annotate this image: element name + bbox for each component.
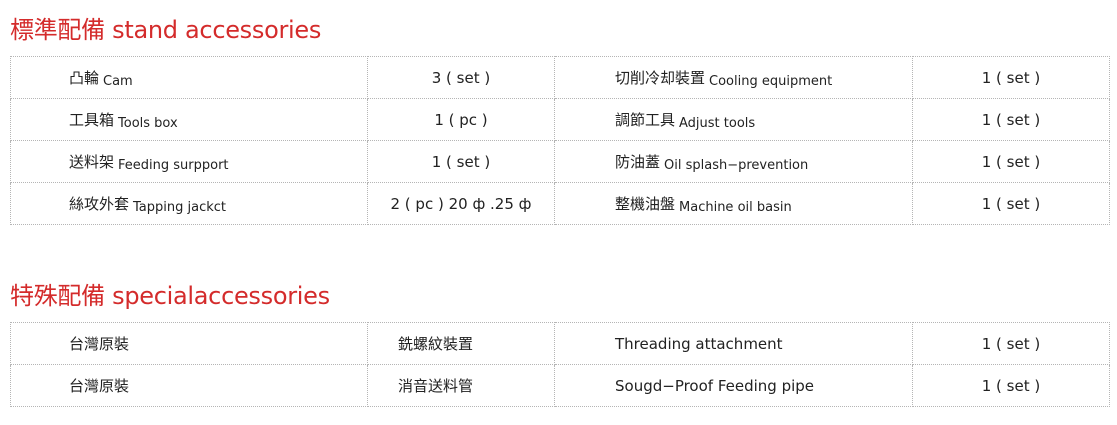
item-quantity: 1 ( set ) xyxy=(912,56,1110,99)
item-name-en: Adjust tools xyxy=(679,116,756,131)
item-name-zh: 凸輪 xyxy=(69,69,100,87)
table-row: 工具箱 Tools box 1 ( pc ) 調節工具 Adjust tools 1… xyxy=(10,98,1110,141)
table-row: 凸輪 Cam 3 ( set ) 切削冷却裝置 Cooling equipment … xyxy=(10,56,1110,99)
item-quantity: 1 ( set ) xyxy=(912,364,1110,407)
item-name: 絲攻外套 Tapping jackct xyxy=(10,182,368,225)
special-accessories-title: 特殊配備 specialaccessories xyxy=(10,282,330,310)
item-name-en: Machine oil basin xyxy=(679,200,792,215)
item-name-en: Oil splash−prevention xyxy=(664,158,809,173)
item-name-zh: 整機油盤 xyxy=(615,195,676,213)
item-name-en: Threading attachment xyxy=(554,322,913,365)
item-name-zh: 防油蓋 xyxy=(615,153,661,171)
special-accessories-table: 台灣原裝 銑螺紋裝置 Threading attachment 1 ( set … xyxy=(10,322,1110,407)
item-name-en: Tools box xyxy=(118,116,178,131)
item-quantity: 1 ( pc ) xyxy=(367,98,555,141)
item-name-zh: 送料架 xyxy=(69,153,115,171)
item-origin: 台灣原裝 xyxy=(10,322,368,365)
table-row: 絲攻外套 Tapping jackct 2 ( pc ) 20 ф .25 ф 整… xyxy=(10,182,1110,225)
item-quantity: 1 ( set ) xyxy=(367,140,555,183)
item-name-en: Cooling equipment xyxy=(709,74,833,89)
item-quantity: 2 ( pc ) 20 ф .25 ф xyxy=(367,182,555,225)
item-name-zh: 絲攻外套 xyxy=(69,195,130,213)
item-quantity: 1 ( set ) xyxy=(912,98,1110,141)
table-row: 台灣原裝 消音送料管 Sougd−Proof Feeding pipe 1 ( … xyxy=(10,364,1110,407)
standard-accessories-table: 凸輪 Cam 3 ( set ) 切削冷却裝置 Cooling equipment … xyxy=(10,56,1110,225)
item-name-en: Tapping jackct xyxy=(133,200,227,215)
item-name: 整機油盤 Machine oil basin xyxy=(554,182,913,225)
item-quantity: 1 ( set ) xyxy=(912,322,1110,365)
table-row: 台灣原裝 銑螺紋裝置 Threading attachment 1 ( set … xyxy=(10,322,1110,365)
item-name: 切削冷却裝置 Cooling equipment xyxy=(554,56,913,99)
item-quantity: 3 ( set ) xyxy=(367,56,555,99)
item-name-zh: 消音送料管 xyxy=(367,364,555,407)
item-name-zh: 切削冷却裝置 xyxy=(615,69,706,87)
item-quantity: 1 ( set ) xyxy=(912,140,1110,183)
item-name: 凸輪 Cam xyxy=(10,56,368,99)
item-origin: 台灣原裝 xyxy=(10,364,368,407)
item-name-en: Cam xyxy=(103,74,133,89)
item-name-zh: 銑螺紋裝置 xyxy=(367,322,555,365)
item-name-en: Sougd−Proof Feeding pipe xyxy=(554,364,913,407)
item-name-en: Feeding surpport xyxy=(118,158,229,173)
item-name: 工具箱 Tools box xyxy=(10,98,368,141)
item-quantity: 1 ( set ) xyxy=(912,182,1110,225)
table-row: 送料架 Feeding surpport 1 ( set ) 防油蓋 Oil spl… xyxy=(10,140,1110,183)
standard-accessories-title: 標準配備 stand accessories xyxy=(10,16,322,44)
item-name-zh: 調節工具 xyxy=(615,111,676,129)
item-name: 送料架 Feeding surpport xyxy=(10,140,368,183)
item-name: 防油蓋 Oil splash−prevention xyxy=(554,140,913,183)
item-name-zh: 工具箱 xyxy=(69,111,115,129)
item-name: 調節工具 Adjust tools xyxy=(554,98,913,141)
